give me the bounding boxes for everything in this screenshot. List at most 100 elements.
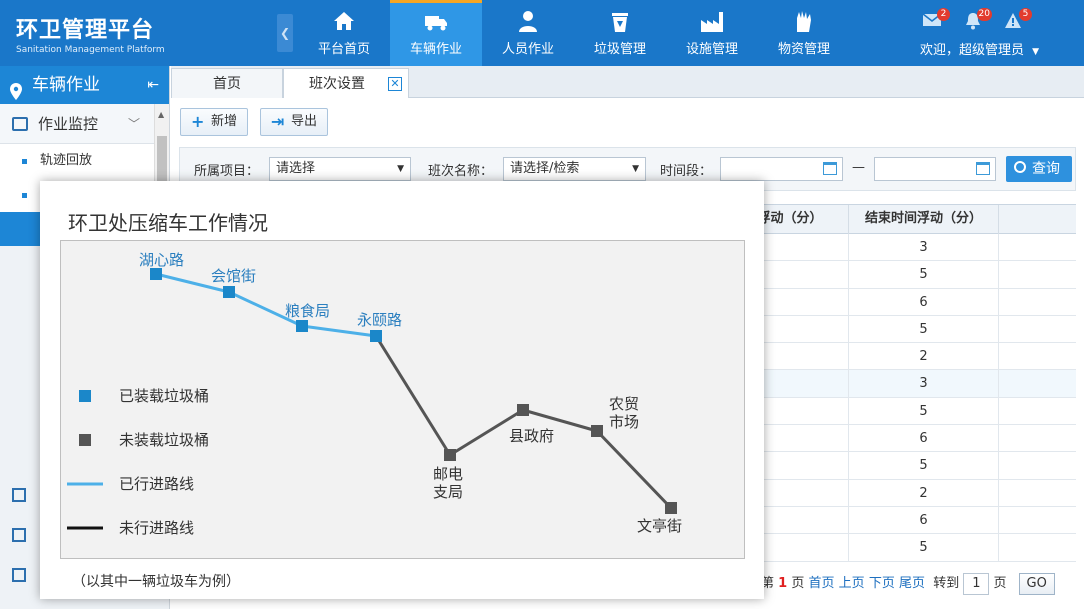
nav-facility-mgmt[interactable]: 设施管理 (666, 0, 758, 66)
sidebar-item-track-playback[interactable]: 轨迹回放 (0, 144, 154, 178)
legend-label: 未行进路线 (119, 519, 194, 537)
dropdown-arrow-icon: ▼ (397, 164, 404, 174)
go-button[interactable]: GO (1018, 572, 1055, 595)
next-page-link[interactable]: 下页 (869, 576, 895, 591)
shift-name-select[interactable]: 请选择/检索 ▼ (503, 157, 646, 181)
nav-facility-mgmt-label: 设施管理 (685, 42, 738, 57)
cell-end-float: 5 (849, 315, 999, 343)
main-nav: 平台首页 车辆作业 人员作业 垃圾管理 设施管理 物资管理 (298, 0, 850, 66)
prev-page-link[interactable]: 上页 (839, 576, 865, 591)
unloaded-stop-marker (517, 404, 529, 416)
tab-bar: 首页 班次设置 ✕ (171, 66, 1084, 99)
sidebar-title: 车辆作业 (32, 75, 100, 95)
monitor-icon (12, 117, 28, 131)
unloaded-stop-marker (444, 449, 456, 461)
goto-page-input[interactable]: 1 (963, 572, 990, 595)
nav-material-mgmt[interactable]: 物资管理 (758, 0, 850, 66)
pagination: 第 1 页 首页 上页 下页 尾页 转到 1 页 GO (761, 572, 1081, 596)
nav-home-label: 平台首页 (317, 42, 370, 57)
cell-end-float: 6 (849, 506, 999, 534)
unloaded-stop-marker (665, 502, 677, 514)
stop-label: 湖心路 (139, 251, 184, 269)
nav-vehicle-ops[interactable]: 车辆作业 (390, 0, 482, 66)
stop-label: 会馆街 (211, 267, 256, 285)
welcome-text: 欢迎，超级管理员 (920, 43, 1025, 58)
stop-label: 县政府 (509, 427, 554, 445)
loaded-stop-marker (370, 330, 382, 342)
legend-loaded-swatch (79, 390, 91, 402)
tab-shift-settings-label: 班次设置 (309, 76, 365, 92)
table-icon (12, 568, 26, 582)
search-icon (1014, 161, 1026, 173)
cell-end-float: 5 (849, 397, 999, 425)
export-icon: ⇥ (271, 112, 285, 131)
app-subtitle: Sanitation Management Platform (16, 45, 165, 55)
popup-title: 环卫处压缩车工作情况 (68, 211, 268, 235)
nav-home[interactable]: 平台首页 (298, 0, 390, 66)
end-date-input[interactable] (874, 157, 996, 181)
app-title: 环卫管理平台 (16, 18, 155, 43)
mail-count-badge: 2 (937, 8, 950, 21)
legend-label: 未装载垃圾桶 (119, 431, 209, 449)
close-tab-button[interactable]: ✕ (388, 77, 402, 91)
tab-home-label: 首页 (213, 76, 241, 92)
app-logo: 环卫管理平台 Sanitation Management Platform (16, 12, 165, 55)
route-segment-untraveled (374, 335, 452, 456)
sidebar-header: 车辆作业 ⇤ (0, 66, 169, 104)
tab-home[interactable]: 首页 (171, 68, 283, 98)
sidebar-pin-toggle[interactable]: ⇤ (147, 66, 159, 104)
stop-label: 永颐路 (357, 311, 402, 329)
legend-unloaded-swatch (79, 434, 91, 446)
close-icon: ✕ (390, 77, 400, 90)
loaded-stop-marker (223, 286, 235, 298)
cell-end-float: 2 (849, 343, 999, 371)
dropdown-arrow-icon: ▼ (632, 164, 639, 174)
search-report-icon (12, 488, 26, 502)
last-page-link[interactable]: 尾页 (899, 576, 925, 591)
goto-label: 转到 (933, 576, 960, 591)
cell-end-float: 5 (849, 452, 999, 480)
sidebar-group-monitoring[interactable]: 作业监控 ﹀ (0, 104, 154, 144)
cell-end-float: 6 (849, 425, 999, 453)
stop-label-line2: 市场 (609, 413, 639, 431)
chevron-left-icon: ❮ (279, 26, 291, 40)
alert-button[interactable]: 5 (1004, 8, 1032, 32)
popup-note: （以其中一辆垃圾车为例） (72, 574, 240, 590)
tab-shift-settings[interactable]: 班次设置 ✕ (283, 68, 409, 99)
user-menu[interactable]: 欢迎，超级管理员 ▼ (920, 39, 1039, 58)
first-page-link[interactable]: 首页 (809, 576, 835, 591)
mail-button[interactable]: 2 (922, 8, 950, 32)
route-svg: 湖心路会馆街粮食局 永颐路邮电支局 县政府 农贸市场文亭街 已装载垃圾桶未装载垃圾桶已行… (67, 251, 682, 537)
loaded-stop-marker (296, 320, 308, 332)
bell-icon (964, 13, 982, 34)
sidebar-collapse-button[interactable]: ❮ (277, 14, 293, 52)
legend-label: 已行进路线 (119, 475, 194, 493)
query-button-label: 查询 (1032, 161, 1060, 177)
nav-garbage-mgmt-label: 垃圾管理 (593, 42, 646, 57)
sidebar-group-label: 作业监控 (38, 115, 99, 133)
cell-end-float: 6 (849, 288, 999, 316)
nav-staff-ops-label: 人员作业 (501, 42, 554, 57)
query-button[interactable]: 查询 (1006, 156, 1072, 182)
user-area: 2 20 5 欢迎，超级管理员 ▼ (918, 6, 1068, 62)
cell-end-float: 3 (849, 370, 999, 398)
shift-name-select-value: 请选择/检索 (510, 161, 580, 176)
add-button[interactable]: + 新增 (180, 108, 249, 136)
project-label: 所属项目： (194, 164, 260, 179)
cell-end-float: 5 (849, 534, 999, 562)
route-status-popup: 环卫处压缩车工作情况 湖心路 会馆街 粮食局 永颐路 邮电 支局 县政府 农贸 市场 文亭街 已装载… (40, 181, 764, 599)
start-date-input[interactable] (720, 157, 843, 181)
export-button[interactable]: ⇥ 导出 (260, 108, 329, 136)
project-select-value: 请选择 (276, 161, 316, 176)
nav-staff-ops[interactable]: 人员作业 (482, 0, 574, 66)
shift-name-label: 班次名称： (428, 164, 494, 179)
nav-garbage-mgmt[interactable]: 垃圾管理 (574, 0, 666, 66)
page-unit: 页 (791, 576, 805, 591)
goto-unit: 页 (993, 576, 1007, 591)
chevron-down-icon: ﹀ (127, 117, 140, 131)
stop-label: 农贸 (609, 395, 639, 413)
notification-count-badge: 20 (976, 8, 992, 21)
caret-down-icon: ▼ (1032, 47, 1040, 57)
project-select[interactable]: 请选择 ▼ (269, 157, 411, 181)
notification-button[interactable]: 20 (964, 8, 992, 34)
